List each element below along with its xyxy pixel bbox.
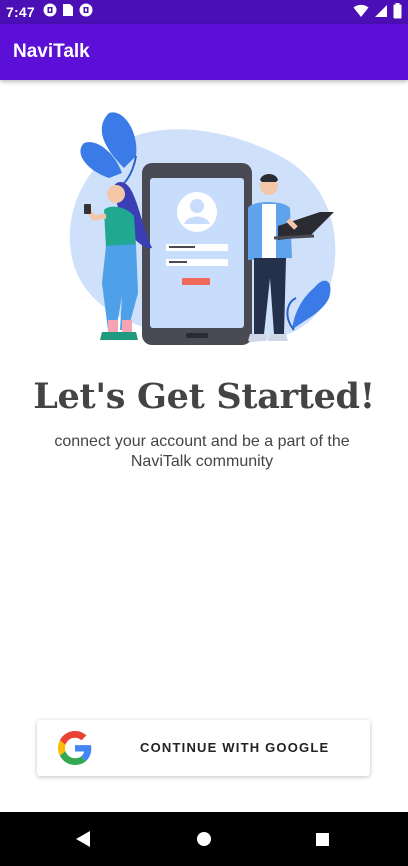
notification-icons	[43, 3, 93, 22]
status-bar: 7:47	[0, 0, 408, 24]
app-bar: NaviTalk	[0, 24, 408, 80]
status-time: 7:47	[6, 4, 35, 20]
google-button-label: CONTINUE WITH GOOGLE	[140, 740, 330, 755]
vpn-key-icon	[79, 3, 93, 22]
headline: Let's Get Started!	[33, 376, 375, 417]
continue-with-google-button[interactable]: CONTINUE WITH GOOGLE	[37, 720, 370, 776]
login-illustration	[64, 108, 346, 354]
back-icon[interactable]	[70, 826, 96, 852]
sim-card-icon	[62, 3, 74, 22]
app-title: NaviTalk	[13, 41, 90, 62]
system-icons	[353, 3, 402, 24]
vpn-key-icon	[43, 3, 57, 22]
signal-icon	[374, 4, 388, 23]
wifi-icon	[353, 4, 369, 23]
subtext: connect your account and be a part of th…	[54, 433, 350, 470]
home-icon[interactable]	[191, 826, 217, 852]
battery-icon	[393, 3, 402, 24]
navigation-bar	[0, 812, 408, 866]
google-icon	[58, 731, 92, 770]
recents-icon[interactable]	[309, 826, 335, 852]
